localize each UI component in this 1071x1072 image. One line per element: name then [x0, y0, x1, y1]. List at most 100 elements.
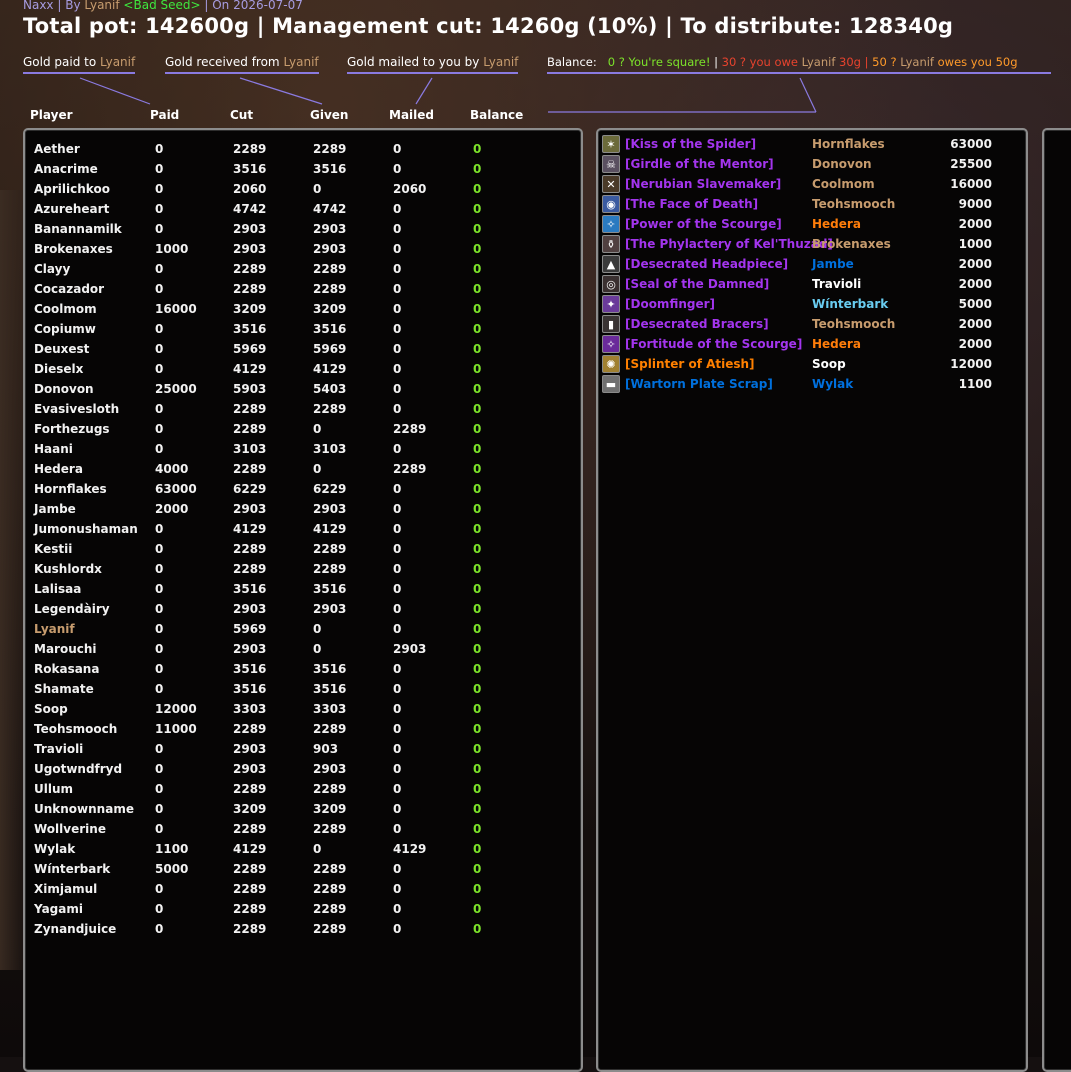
balance-value: 0: [473, 482, 482, 496]
item-link[interactable]: [Fortitude of the Scourge]: [625, 337, 802, 351]
balance-value: 0: [473, 682, 482, 696]
player-name: Aprilichkoo: [34, 182, 110, 196]
given-value: 3209: [313, 302, 347, 316]
given-value: 5403: [313, 382, 347, 396]
mailed-value: 0: [393, 522, 402, 536]
balance-value: 0: [473, 522, 482, 536]
given-value: 3516: [313, 662, 347, 676]
mailed-value: 0: [393, 662, 402, 676]
mailed-value: 0: [393, 782, 402, 796]
item-link[interactable]: [The Face of Death]: [625, 197, 758, 211]
column-header-given: Given: [310, 108, 349, 122]
cut-value: 2289: [233, 402, 267, 416]
raid-name: Naxx: [23, 0, 54, 12]
paid-value: 0: [155, 142, 164, 156]
player-name: Deuxest: [34, 342, 90, 356]
winner-name: Teohsmooch: [812, 197, 896, 211]
balance-value: 0: [473, 282, 482, 296]
mailed-value: 0: [393, 282, 402, 296]
given-value: 2289: [313, 902, 347, 916]
cut-value: 6229: [233, 482, 267, 496]
player-name: Ugotwndfryd: [34, 762, 123, 776]
paid-value: 0: [155, 422, 164, 436]
column-header-balance: Balance: [470, 108, 524, 122]
legend-paid: Gold paid to Lyanif: [23, 55, 136, 74]
item-link[interactable]: [Desecrated Bracers]: [625, 317, 769, 331]
paid-value: 11000: [155, 722, 197, 736]
given-value: 0: [313, 622, 322, 636]
given-value: 903: [313, 742, 339, 756]
enchant-icon[interactable]: ✧: [602, 335, 620, 353]
mailed-value: 0: [393, 382, 402, 396]
ring-icon[interactable]: ◎: [602, 275, 620, 293]
wand-icon[interactable]: ✦: [602, 295, 620, 313]
helm-icon[interactable]: ▲: [602, 255, 620, 273]
bracers-icon[interactable]: ▮: [602, 315, 620, 333]
balance-value: 0: [473, 422, 482, 436]
balance-value: 0: [473, 462, 482, 476]
cut-value: 2903: [233, 742, 267, 756]
item-link[interactable]: [Nerubian Slavemaker]: [625, 177, 781, 191]
paid-value: 0: [155, 762, 164, 776]
item-link[interactable]: [The Phylactery of Kel'Thuzad]: [625, 237, 833, 251]
item-link[interactable]: [Desecrated Headpiece]: [625, 257, 788, 271]
balance-owed-text: 50 ? Lyanif owes you 50g: [872, 55, 1018, 69]
player-name: Wínterbark: [34, 862, 111, 876]
enchant-icon[interactable]: ✧: [602, 215, 620, 233]
given-value: 2289: [313, 722, 347, 736]
given-value: 3303: [313, 702, 347, 716]
given-value: 2289: [313, 542, 347, 556]
player-name: Kushlordx: [34, 562, 102, 576]
girdle-icon[interactable]: ☠: [602, 155, 620, 173]
paid-value: 25000: [155, 382, 197, 396]
mailed-value: 0: [393, 242, 402, 256]
phylactery-icon[interactable]: ⚱: [602, 235, 620, 253]
cut-value: 2289: [233, 142, 267, 156]
player-name: Unknownname: [34, 802, 134, 816]
cut-value: 4129: [233, 362, 267, 376]
splinter-icon[interactable]: ✺: [602, 355, 620, 373]
given-value: 0: [313, 842, 322, 856]
bid-amount: 2000: [958, 217, 992, 231]
item-link[interactable]: [Wartorn Plate Scrap]: [625, 377, 773, 391]
mailed-value: 0: [393, 762, 402, 776]
player-name: Kestii: [34, 542, 73, 556]
shield-icon[interactable]: ◉: [602, 195, 620, 213]
given-value: 5969: [313, 342, 347, 356]
winner-name: Brokenaxes: [812, 237, 891, 251]
cut-value: 5969: [233, 622, 267, 636]
crossbow-icon[interactable]: ✕: [602, 175, 620, 193]
spider-icon[interactable]: ✶: [602, 135, 620, 153]
paid-value: 0: [155, 622, 164, 636]
column-header-cut: Cut: [230, 108, 254, 122]
given-value: 2289: [313, 142, 347, 156]
balance-value: 0: [473, 742, 482, 756]
item-link[interactable]: [Girdle of the Mentor]: [625, 157, 774, 171]
item-link[interactable]: [Seal of the Damned]: [625, 277, 769, 291]
balance-value: 0: [473, 562, 482, 576]
given-value: 0: [313, 462, 322, 476]
mailed-value: 2060: [393, 182, 427, 196]
cut-value: 3516: [233, 322, 267, 336]
paid-value: 0: [155, 182, 164, 196]
scrap-icon[interactable]: ▬: [602, 375, 620, 393]
cut-value: 2289: [233, 462, 267, 476]
cut-value: 3516: [233, 682, 267, 696]
player-name: Anacrime: [34, 162, 98, 176]
item-link[interactable]: [Splinter of Atiesh]: [625, 357, 755, 371]
balance-value: 0: [473, 142, 482, 156]
item-link[interactable]: [Power of the Scourge]: [625, 217, 782, 231]
cut-value: 4742: [233, 202, 267, 216]
mailed-value: 0: [393, 822, 402, 836]
mailed-value: 0: [393, 722, 402, 736]
item-link[interactable]: [Doomfinger]: [625, 297, 715, 311]
paid-value: 0: [155, 602, 164, 616]
item-link[interactable]: [Kiss of the Spider]: [625, 137, 756, 151]
given-value: 2289: [313, 262, 347, 276]
given-value: 3516: [313, 322, 347, 336]
balance-value: 0: [473, 322, 482, 336]
cut-value: 3103: [233, 442, 267, 456]
balance-value: 0: [473, 922, 482, 936]
given-value: 2903: [313, 762, 347, 776]
mailed-value: 0: [393, 622, 402, 636]
